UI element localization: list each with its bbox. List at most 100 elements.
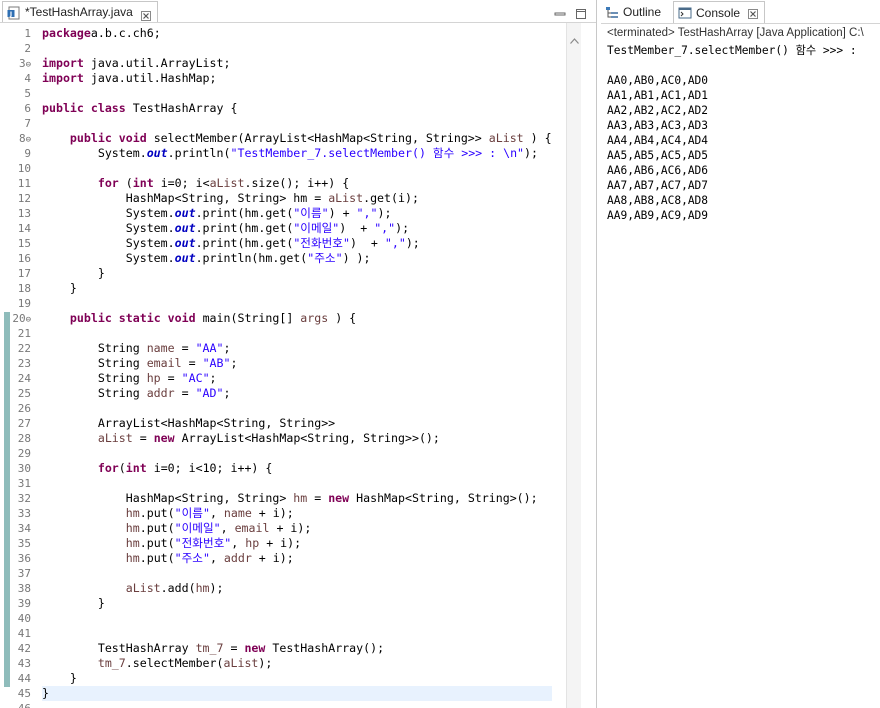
scroll-up-arrow-icon[interactable] (570, 29, 579, 44)
code-line: TestHashArray tm_7 = new TestHashArray()… (42, 641, 552, 656)
code-token: ; (209, 371, 217, 385)
code-token: ); (258, 656, 273, 670)
code-token: i=0; i<10; i++) { (146, 461, 273, 475)
line-number: 15 (17, 237, 31, 250)
console-output-line: AA2,AB2,AC2,AD2 (607, 104, 709, 117)
console-output-line: AA4,AB4,AC4,AD4 (607, 134, 709, 147)
code-token: .print(hm.get( (195, 236, 294, 250)
code-line: } (42, 671, 552, 686)
java-editor[interactable]: J *TestHashArray.java 1 2 3⊖ 4 5 6 7 8⊖ 9 10 11 12 1… (0, 0, 597, 708)
close-icon[interactable] (141, 6, 151, 21)
console-output-line: AA5,AB5,AC5,AD5 (607, 149, 709, 162)
console-output-line: AA6,AB6,AC6,AD6 (607, 164, 709, 177)
console-view[interactable]: Outline Console <terminated> TestHashArr… (601, 0, 880, 708)
line-number: 46 (0, 701, 31, 708)
code-token: tm_7 (195, 641, 224, 655)
code-line: HashMap<String, String> hm = new HashMap… (42, 491, 552, 506)
line-number: 10 (17, 162, 31, 175)
line-number: 7 (24, 117, 31, 130)
code-area[interactable]: packagea.b.c.ch6; import java.util.Array… (42, 26, 552, 708)
code-token: selectMember(ArrayList<HashMap<String, S… (146, 131, 489, 145)
code-token: ) { (328, 311, 357, 325)
line-number: 33 (17, 507, 31, 520)
code-token: System. (42, 206, 175, 220)
editor-vertical-scrollbar[interactable] (566, 23, 581, 708)
code-token: "전화번호" (174, 536, 232, 550)
fold-toggle-icon[interactable]: ⊖ (26, 315, 31, 325)
code-token: = (132, 431, 154, 445)
line-number: 41 (17, 627, 31, 640)
code-token: + i); (269, 521, 312, 535)
code-token: int (132, 176, 154, 190)
code-line: for (int i=0; i<aList.size(); i++) { (42, 176, 552, 191)
code-token: int (125, 461, 147, 475)
code-token: ArrayList<HashMap<String, String>>(); (174, 431, 440, 445)
code-token: new (244, 641, 266, 655)
code-token: hm (125, 506, 140, 520)
code-token: java.util.ArrayList; (83, 56, 231, 70)
console-icon (678, 6, 692, 20)
overview-ruler[interactable] (581, 23, 596, 708)
code-token: public (69, 131, 112, 145)
code-token: = (181, 356, 203, 370)
line-number: 27 (17, 417, 31, 430)
code-token: out (174, 236, 196, 250)
maximize-icon[interactable] (575, 5, 587, 19)
line-number: 3⊖ (18, 57, 31, 70)
code-token: } (42, 596, 105, 610)
code-token: import (42, 56, 84, 70)
code-line: packagea.b.c.ch6; (42, 26, 552, 41)
console-output-line: AA8,AB8,AC8,AD8 (607, 194, 709, 207)
line-number: 43 (17, 657, 31, 670)
fold-toggle-icon[interactable]: ⊖ (26, 135, 31, 145)
code-token: , (209, 551, 224, 565)
code-token: "이름" (174, 506, 210, 520)
editor-tab-bar: J *TestHashArray.java (0, 0, 596, 23)
code-token: void (111, 131, 147, 145)
console-output-line: TestMember_7.selectMember() 함수 >>> : (607, 44, 857, 57)
code-line: String email = "AB"; (42, 356, 552, 371)
fold-toggle-icon[interactable]: ⊖ (26, 60, 31, 70)
code-token: HashMap<String, String>(); (349, 491, 538, 505)
line-number: 21 (17, 327, 31, 340)
tab-testhasharray-java[interactable]: J *TestHashArray.java (2, 1, 158, 22)
code-token: "," (384, 236, 406, 250)
code-token: "이메일" (293, 221, 340, 235)
code-token: } (42, 671, 77, 685)
code-token: public (69, 311, 112, 325)
code-line: import java.util.HashMap; (42, 71, 552, 86)
tab-outline[interactable]: Outline (605, 1, 661, 23)
code-line: System.out.println("TestMember_7.selectM… (42, 146, 552, 161)
code-token: ) + (328, 206, 357, 220)
line-number: 24 (17, 372, 31, 385)
code-token: out (174, 221, 196, 235)
code-token: ); (209, 581, 224, 595)
tab-console[interactable]: Console (673, 1, 766, 23)
code-token: ); (377, 206, 392, 220)
line-number: 36 (17, 552, 31, 565)
code-token: = (174, 341, 196, 355)
minimize-icon[interactable] (554, 5, 566, 17)
code-token: ) + (339, 221, 375, 235)
close-icon[interactable] (748, 8, 759, 19)
code-token: = (307, 491, 329, 505)
code-token: ArrayList<HashMap<String, String>> (42, 416, 336, 430)
code-token: ( (118, 176, 133, 190)
code-token: class (83, 101, 126, 115)
line-number: 4 (24, 72, 31, 85)
code-token: } (42, 266, 105, 280)
console-output[interactable]: TestMember_7.selectMember() 함수 >>> : AA0… (607, 43, 857, 223)
line-number: 29 (17, 447, 31, 460)
line-number: 5 (24, 87, 31, 100)
code-token: , (209, 506, 224, 520)
code-token: hm (125, 551, 140, 565)
code-token: System. (42, 221, 175, 235)
code-token: static (111, 311, 161, 325)
line-number: 14 (17, 222, 31, 235)
code-token: "이름" (293, 206, 329, 220)
